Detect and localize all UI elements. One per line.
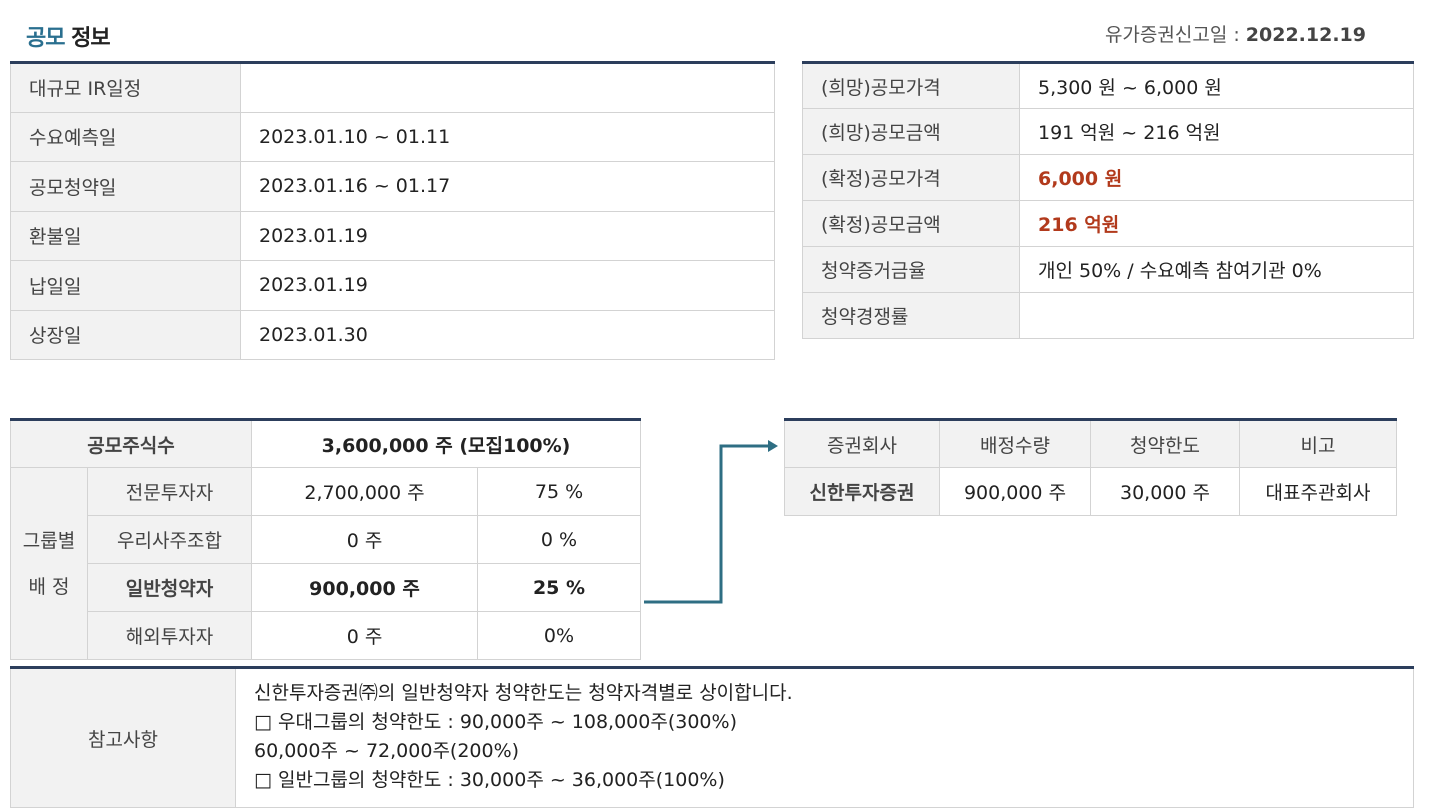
schedule-row-refund: 환불일 2023.01.19: [10, 210, 775, 261]
section-title: 공모 정보: [26, 20, 111, 52]
allocation-table: 공모주식수 3,600,000 주 (모집100%) 그룹별 배 정 전문투자자…: [10, 418, 641, 660]
price-label: (희망)공모금액: [802, 108, 1020, 155]
price-label: (희망)공모가격: [802, 62, 1020, 109]
allocation-percent: 75 %: [477, 467, 641, 516]
price-row: 청약경쟁률: [802, 292, 1414, 339]
notes-row: 참고사항 신한투자증권㈜의 일반청약자 청약한도는 청약자격별로 상이합니다. …: [10, 667, 1414, 808]
allocation-percent: 0%: [477, 611, 641, 660]
allocation-percent: 0 %: [477, 515, 641, 564]
notes-line: 60,000주 ~ 72,000주(200%): [254, 740, 520, 762]
investor-type: 우리사주조합: [87, 515, 252, 564]
underwriter-header: 청약한도: [1090, 419, 1240, 468]
price-label: (확정)공모가격: [802, 154, 1020, 201]
allocation-row: 해외투자자 0 주 0%: [11, 611, 641, 660]
schedule-row-listing: 상장일 2023.01.30: [10, 309, 775, 360]
schedule-label: 환불일: [10, 210, 241, 261]
group-allocation-label-2: 배 정: [28, 575, 70, 598]
allocation-shares: 900,000 주: [251, 563, 478, 612]
price-label: (확정)공모금액: [802, 200, 1020, 247]
notes-body: 신한투자증권㈜의 일반청약자 청약한도는 청약자격별로 상이합니다. □ 우대그…: [235, 667, 1414, 808]
allocation-total-row: 공모주식수 3,600,000 주 (모집100%): [10, 419, 641, 468]
schedule-label: 상장일: [10, 309, 241, 360]
notes-line: □ 우대그룹의 청약한도 : 90,000주 ~ 108,000주(300%): [254, 711, 737, 733]
schedule-value: 2023.01.16 ~ 01.17: [240, 161, 775, 212]
price-value: 5,300 원 ~ 6,000 원: [1019, 62, 1414, 109]
total-shares-value: 3,600,000 주 (모집100%): [251, 419, 641, 468]
notes-label: 참고사항: [10, 667, 236, 808]
price-value: 개인 50% / 수요예측 참여기관 0%: [1019, 246, 1414, 293]
group-allocation-label: 그룹별 배 정: [10, 467, 88, 660]
schedule-value: 2023.01.19: [240, 260, 775, 311]
confirmed-amount-value: 216 억원: [1019, 200, 1414, 247]
investor-type: 해외투자자: [87, 611, 252, 660]
schedule-label: 납일일: [10, 260, 241, 311]
underwriter-header-row: 증권회사 배정수량 청약한도 비고: [784, 419, 1397, 468]
filing-date-label: 유가증권신고일 :: [1104, 24, 1246, 46]
allocation-percent: 25 %: [477, 563, 641, 612]
price-row: (희망)공모금액 191 억원 ~ 216 억원: [802, 108, 1414, 155]
price-value: [1019, 292, 1414, 339]
allocation-row-general: 일반청약자 900,000 주 25 %: [11, 563, 641, 612]
schedule-row-ir: 대규모 IR일정: [10, 62, 775, 113]
allocation-shares: 0 주: [251, 515, 478, 564]
filing-date-info: 유가증권신고일 : 2022.12.19: [1105, 20, 1366, 47]
schedule-value: [240, 62, 775, 113]
price-label: 청약증거금율: [802, 246, 1020, 293]
connector-arrow-icon: [644, 440, 778, 604]
underwriter-table: 증권회사 배정수량 청약한도 비고 신한투자증권 900,000 주 30,00…: [784, 418, 1397, 516]
section-title-accent: 공모: [26, 26, 65, 51]
group-allocation-label-1: 그룹별: [22, 529, 76, 552]
price-table: (희망)공모가격 5,300 원 ~ 6,000 원 (희망)공모금액 191 …: [802, 61, 1414, 339]
underwriter-header: 증권회사: [784, 419, 940, 468]
notes-line: 신한투자증권㈜의 일반청약자 청약한도는 청약자격별로 상이합니다.: [254, 682, 793, 704]
schedule-label: 수요예측일: [10, 111, 241, 162]
total-shares-label: 공모주식수: [10, 419, 252, 468]
allocation-row: 그룹별 배 정 전문투자자 2,700,000 주 75 %: [10, 467, 641, 660]
confirmed-price-value: 6,000 원: [1019, 154, 1414, 201]
schedule-label: 공모청약일: [10, 161, 241, 212]
underwriter-company: 신한투자증권: [784, 467, 940, 516]
underwriter-limit: 30,000 주: [1090, 467, 1240, 516]
notes-line: □ 일반그룹의 청약한도 : 30,000주 ~ 36,000주(100%): [254, 769, 725, 791]
underwriter-row: 신한투자증권 900,000 주 30,000 주 대표주관회사: [784, 467, 1397, 516]
schedule-table: 대규모 IR일정 수요예측일 2023.01.10 ~ 01.11 공모청약일 …: [10, 61, 775, 360]
underwriter-header: 배정수량: [939, 419, 1091, 468]
section-title-rest: 정보: [71, 26, 110, 51]
allocation-row: 우리사주조합 0 주 0 %: [11, 515, 641, 564]
price-row: (확정)공모금액 216 억원: [802, 200, 1414, 247]
underwriter-quantity: 900,000 주: [939, 467, 1091, 516]
price-row: (확정)공모가격 6,000 원: [802, 154, 1414, 201]
filing-date-value: 2022.12.19: [1245, 24, 1366, 46]
underwriter-note: 대표주관회사: [1239, 467, 1397, 516]
underwriter-header: 비고: [1239, 419, 1397, 468]
schedule-value: 2023.01.30: [240, 309, 775, 360]
schedule-value: 2023.01.19: [240, 210, 775, 261]
schedule-row-payment: 납일일 2023.01.19: [10, 260, 775, 311]
schedule-row-demand-forecast: 수요예측일 2023.01.10 ~ 01.11: [10, 111, 775, 162]
price-row: 청약증거금율 개인 50% / 수요예측 참여기관 0%: [802, 246, 1414, 293]
schedule-label: 대규모 IR일정: [10, 62, 241, 113]
price-row: (희망)공모가격 5,300 원 ~ 6,000 원: [802, 62, 1414, 109]
schedule-row-subscription: 공모청약일 2023.01.16 ~ 01.17: [10, 161, 775, 212]
investor-type: 전문투자자: [87, 467, 252, 516]
allocation-shares: 0 주: [251, 611, 478, 660]
schedule-value: 2023.01.10 ~ 01.11: [240, 111, 775, 162]
investor-type: 일반청약자: [87, 563, 252, 612]
price-value: 191 억원 ~ 216 억원: [1019, 108, 1414, 155]
allocation-shares: 2,700,000 주: [251, 467, 478, 516]
notes-table: 참고사항 신한투자증권㈜의 일반청약자 청약한도는 청약자격별로 상이합니다. …: [10, 666, 1414, 808]
price-label: 청약경쟁률: [802, 292, 1020, 339]
